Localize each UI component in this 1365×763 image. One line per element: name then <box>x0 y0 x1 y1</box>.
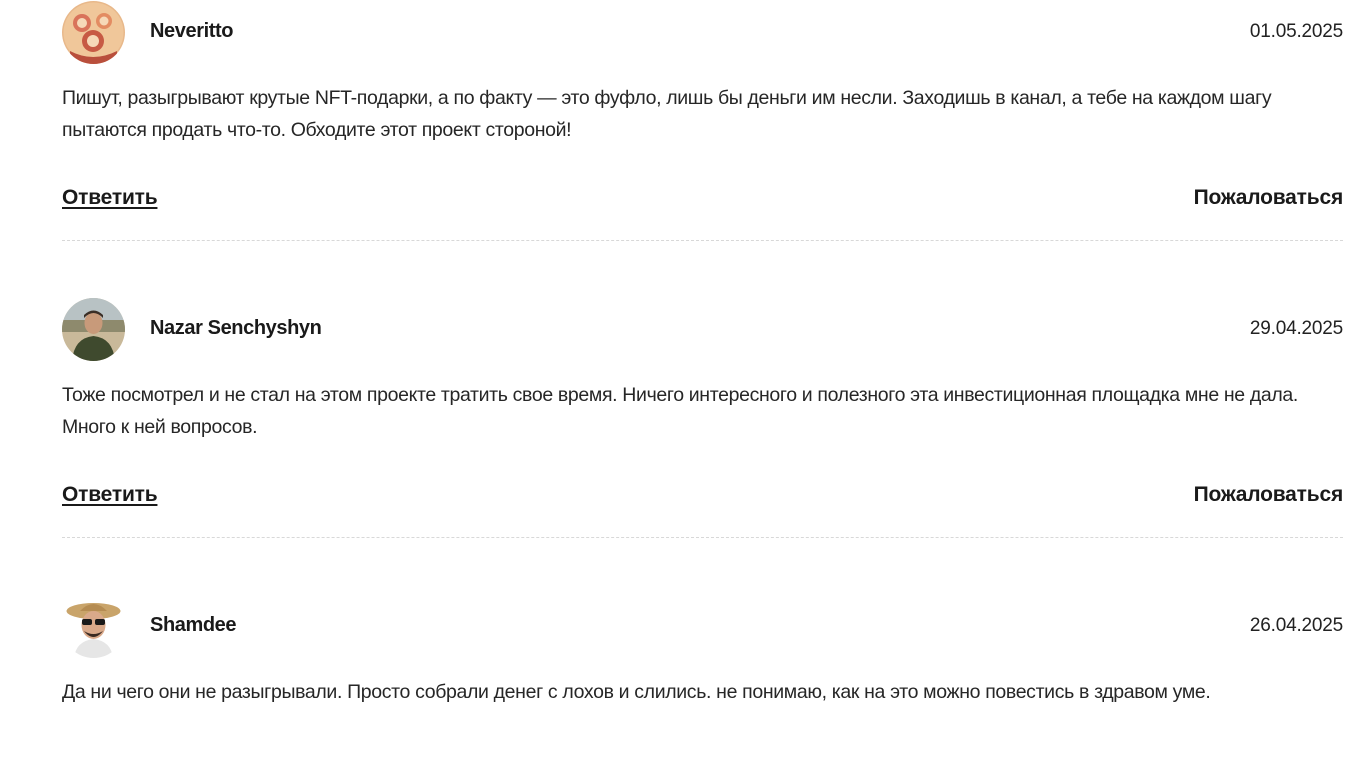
avatar-hat-sunglasses-image <box>62 595 125 658</box>
avatar[interactable] <box>62 595 125 658</box>
author-name: Neveritto <box>150 20 234 42</box>
avatar-photo-image <box>62 298 125 361</box>
avatar[interactable] <box>62 1 125 64</box>
comment-item: Neveritto 01.05.2025 Пишут, разыгрывают … <box>62 0 1343 241</box>
report-link[interactable]: Пожаловаться <box>1194 483 1344 507</box>
reply-link[interactable]: Ответить <box>62 483 158 507</box>
report-link[interactable]: Пожаловаться <box>1194 186 1344 210</box>
avatar[interactable] <box>62 298 125 361</box>
reply-link[interactable]: Ответить <box>62 186 158 210</box>
divider <box>62 240 1343 241</box>
comment-date: 29.04.2025 <box>1249 318 1343 339</box>
comment-actions: Ответить Пожаловаться <box>62 186 1343 216</box>
author-name: Nazar Senchyshyn <box>150 317 322 339</box>
comment-item: Nazar Senchyshyn 29.04.2025 Тоже посмотр… <box>62 297 1343 538</box>
avatar-cartoon-image <box>62 1 125 64</box>
comment-date: 26.04.2025 <box>1249 615 1343 636</box>
comment-date: 01.05.2025 <box>1249 21 1343 42</box>
comment-item: Shamdee 26.04.2025 Да ни чего они не раз… <box>62 594 1343 703</box>
comments-list: Neveritto 01.05.2025 Пишут, разыгрывают … <box>0 0 1365 763</box>
comment-text: Пишут, разыгрывают крутые NFT-подарки, а… <box>62 87 1272 141</box>
comment-header: Shamdee 26.04.2025 <box>62 594 1343 658</box>
author-name: Shamdee <box>150 614 237 636</box>
comment-text: Тоже посмотрел и не стал на этом проекте… <box>62 384 1298 438</box>
divider <box>62 537 1343 538</box>
comment-header: Neveritto 01.05.2025 <box>62 0 1343 64</box>
comment-header: Nazar Senchyshyn 29.04.2025 <box>62 297 1343 361</box>
comment-text: Да ни чего они не разыгрывали. Просто со… <box>62 681 1211 703</box>
comment-actions: Ответить Пожаловаться <box>62 483 1343 513</box>
